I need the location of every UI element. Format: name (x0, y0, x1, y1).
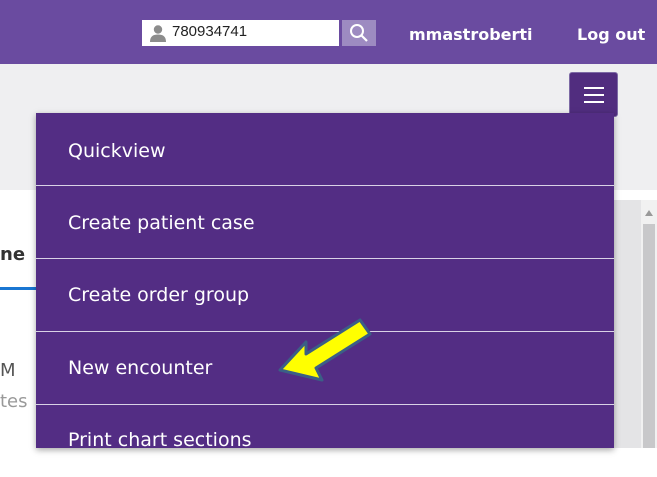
actions-dropdown-menu: Quickview Create patient case Create ord… (36, 113, 614, 451)
search-input-value: 780934741 (172, 23, 248, 40)
background-text-fragment: tes (0, 391, 28, 412)
logout-link[interactable]: Log out (577, 25, 645, 44)
patient-search-input[interactable]: 780934741 (142, 20, 339, 46)
person-icon (150, 25, 166, 42)
username-link[interactable]: mmastroberti (409, 25, 533, 44)
menu-item-label: Quickview (68, 140, 166, 162)
tab-underline (0, 287, 36, 290)
menu-item-create-patient-case[interactable]: Create patient case (36, 186, 614, 258)
search-button[interactable] (342, 20, 376, 46)
top-navigation-bar: 780934741 mmastroberti Log out (0, 0, 657, 64)
menu-item-label: Create patient case (68, 212, 255, 234)
scroll-up-arrow-icon[interactable] (645, 210, 653, 216)
menu-toggle-button[interactable] (569, 72, 618, 117)
hamburger-icon (583, 86, 604, 103)
search-icon (350, 24, 368, 42)
arrow-annotation-icon (278, 318, 372, 382)
menu-item-quickview[interactable]: Quickview (36, 113, 614, 185)
scrollbar-thumb[interactable] (643, 224, 655, 448)
background-text-fragment: M (0, 360, 16, 381)
menu-item-label: New encounter (68, 357, 213, 379)
background-tab-fragment: ne (0, 244, 26, 265)
menu-item-print-chart-sections[interactable]: Print chart sections (36, 405, 614, 477)
menu-item-label: Create order group (68, 284, 250, 306)
patient-search: 780934741 (142, 20, 376, 46)
